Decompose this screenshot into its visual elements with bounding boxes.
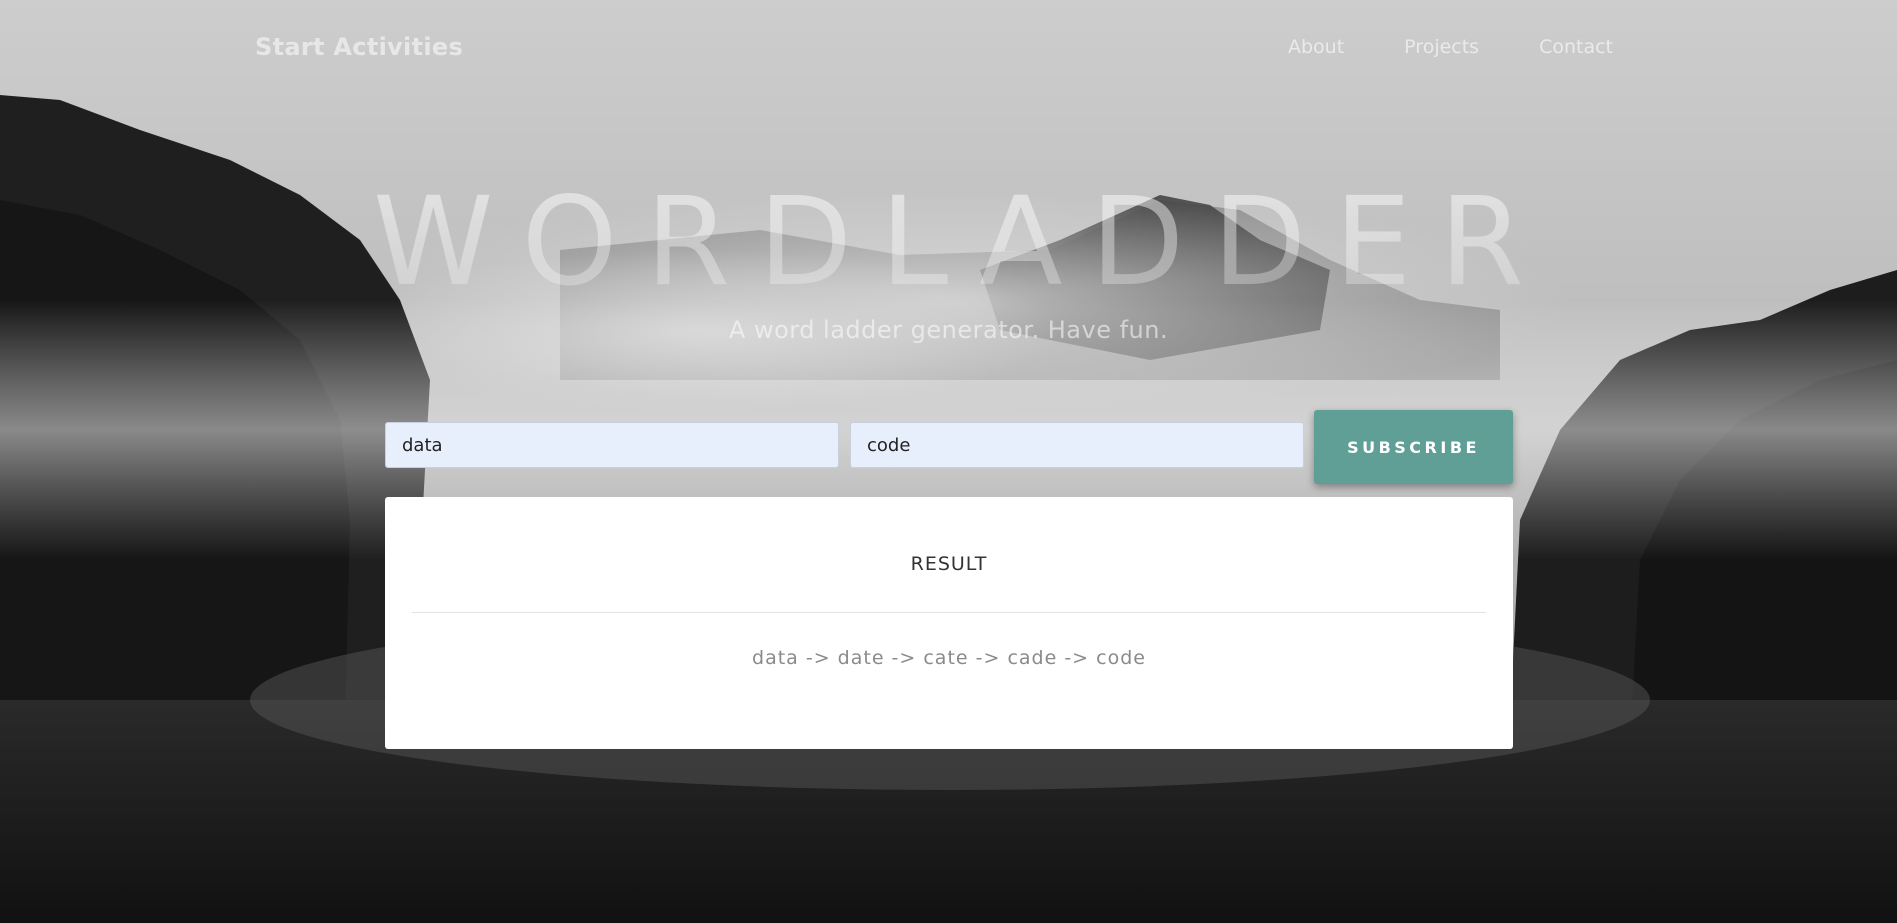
hero-title: WORDLADDER [0, 172, 1897, 312]
nav-link-contact[interactable]: Contact [1539, 36, 1613, 58]
subscribe-button[interactable]: SUBSCRIBE [1314, 410, 1513, 484]
brand-logo-text[interactable]: Start Activities [255, 33, 463, 61]
hero-subtitle: A word ladder generator. Have fun. [728, 316, 1169, 344]
page: Start Activities About Projects Contact … [0, 0, 1897, 923]
nav-link-about[interactable]: About [1288, 36, 1344, 58]
end-word-input[interactable] [850, 422, 1304, 468]
nav-link-projects[interactable]: Projects [1404, 36, 1479, 58]
result-ladder-text: data -> date -> cate -> cade -> code [752, 647, 1146, 669]
word-ladder-form: SUBSCRIBE [385, 410, 1513, 484]
navbar: Start Activities About Projects Contact [0, 0, 1897, 96]
result-title: RESULT [910, 553, 988, 575]
nav-links: About Projects Contact [1228, 36, 1613, 58]
result-card: RESULT data -> date -> cate -> cade -> c… [385, 497, 1513, 749]
result-divider [412, 612, 1486, 613]
start-word-input[interactable] [385, 422, 839, 468]
